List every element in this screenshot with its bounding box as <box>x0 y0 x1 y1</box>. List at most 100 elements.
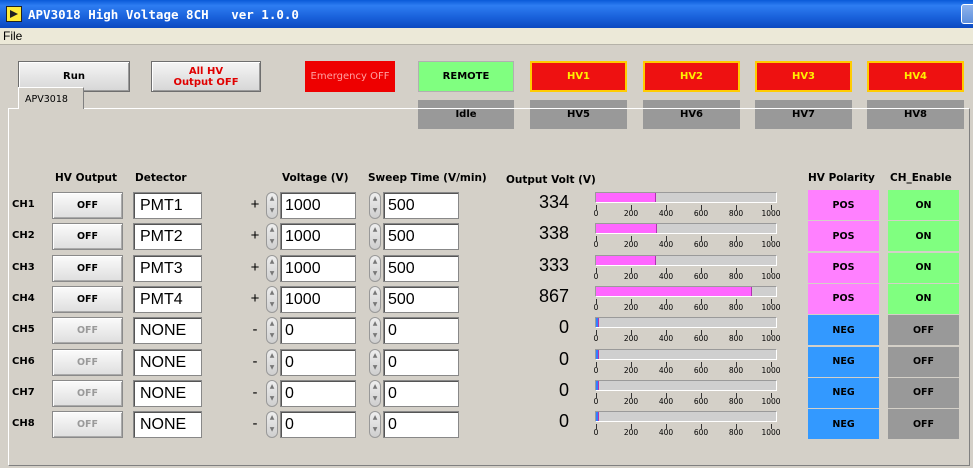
gauge-tick-label: 400 <box>658 302 674 312</box>
sweep-spinner-icon[interactable]: ▲ ▼ <box>369 411 381 439</box>
polarity-label: POS <box>832 293 855 305</box>
voltage-input[interactable]: 1000 <box>280 254 356 282</box>
menu-file[interactable]: File <box>3 29 22 43</box>
voltage-input[interactable]: 1000 <box>280 192 356 219</box>
channel-label: CH8 <box>12 418 35 430</box>
polarity-label: NEG <box>832 324 855 336</box>
hv-output-toggle[interactable]: OFF <box>52 317 123 345</box>
hv3-label: HV3 <box>791 71 816 82</box>
detector-field[interactable]: NONE <box>133 379 202 407</box>
gauge-tick-label: 200 <box>623 302 639 312</box>
gauge-fill <box>596 255 656 265</box>
ch-enable-label: OFF <box>912 418 935 430</box>
gauge-tick-label: 600 <box>693 302 709 312</box>
voltage-spinner-icon[interactable]: ▲ ▼ <box>266 317 278 345</box>
hv-output-label: OFF <box>76 356 99 368</box>
output-volt-gauge: 0 200 400 600 800 1000 <box>592 409 782 439</box>
channel-row: CH8 OFF NONE - ▲ ▼ 0 ▲ ▼ 0 0 0 200 400 600 800 1000 NEG OF… <box>0 409 973 440</box>
hv-output-label: OFF <box>76 387 99 399</box>
gauge-tick-label: 200 <box>623 396 639 406</box>
hv3-indicator: HV3 <box>755 61 852 92</box>
sweep-time-input[interactable]: 500 <box>383 285 459 313</box>
sweep-time-input[interactable]: 0 <box>383 411 459 439</box>
hv-output-label: OFF <box>76 293 99 305</box>
hv-output-toggle[interactable]: OFF <box>52 285 123 313</box>
hv-output-toggle[interactable]: OFF <box>52 192 123 219</box>
window-button-icon[interactable] <box>961 4 973 24</box>
voltage-input[interactable]: 1000 <box>280 223 356 251</box>
voltage-input[interactable]: 1000 <box>280 285 356 313</box>
hv-output-toggle[interactable]: OFF <box>52 379 123 407</box>
voltage-spinner-icon[interactable]: ▲ ▼ <box>266 411 278 439</box>
voltage-input[interactable]: 0 <box>280 411 356 439</box>
emergency-label: Emergency OFF <box>310 71 390 82</box>
hv-polarity-indicator: NEG <box>808 315 879 346</box>
gauge-tick-label: 1000 <box>761 271 781 281</box>
voltage-spinner-icon[interactable]: ▲ ▼ <box>266 285 278 313</box>
voltage-spinner-icon[interactable]: ▲ ▼ <box>266 254 278 282</box>
sweep-time-input[interactable]: 0 <box>383 379 459 407</box>
sweep-time-input[interactable]: 500 <box>383 223 459 251</box>
hv-polarity-indicator: NEG <box>808 409 879 440</box>
sweep-time-input[interactable]: 0 <box>383 348 459 376</box>
gauge-tick-label: 800 <box>728 240 744 250</box>
detector-field[interactable]: NONE <box>133 317 202 345</box>
voltage-spinner-icon[interactable]: ▲ ▼ <box>266 223 278 251</box>
voltage-spinner-icon[interactable]: ▲ ▼ <box>266 348 278 376</box>
detector-field[interactable]: NONE <box>133 348 202 376</box>
detector-field[interactable]: NONE <box>133 411 202 439</box>
sweep-spinner-icon[interactable]: ▲ ▼ <box>369 285 381 313</box>
channel-row: CH1 OFF PMT1 + ▲ ▼ 1000 ▲ ▼ 500 334 0 200 400 600 800 10… <box>0 190 973 220</box>
output-volt-gauge: 0 200 400 600 800 1000 <box>592 190 782 220</box>
gauge-track <box>595 348 777 360</box>
voltage-input[interactable]: 0 <box>280 317 356 345</box>
sweep-spinner-icon[interactable]: ▲ ▼ <box>369 379 381 407</box>
detector-field[interactable]: PMT4 <box>133 285 202 313</box>
output-volt-value: 333 <box>538 254 569 275</box>
hv-output-toggle[interactable]: OFF <box>52 348 123 376</box>
gauge-fill <box>596 318 599 328</box>
sweep-time-input[interactable]: 500 <box>383 254 459 282</box>
sweep-spinner-icon[interactable]: ▲ ▼ <box>369 348 381 376</box>
app-icon <box>6 6 22 22</box>
ch-enable-indicator: OFF <box>888 315 959 346</box>
sweep-spinner-icon[interactable]: ▲ ▼ <box>369 254 381 282</box>
polarity-label: POS <box>832 199 855 211</box>
hv-polarity-indicator: POS <box>808 190 879 220</box>
sweep-time-input[interactable]: 0 <box>383 317 459 345</box>
gauge-tick-label: 800 <box>728 396 744 406</box>
sweep-spinner-icon[interactable]: ▲ ▼ <box>369 192 381 219</box>
gauge-track <box>595 317 777 329</box>
hv-polarity-indicator: NEG <box>808 346 879 377</box>
sweep-spinner-icon[interactable]: ▲ ▼ <box>369 223 381 251</box>
detector-field[interactable]: PMT2 <box>133 223 202 251</box>
emergency-off-indicator: Emergency OFF <box>305 61 395 92</box>
gauge-tick-label: 800 <box>728 428 744 438</box>
tab-apv3018[interactable]: APV3018 <box>18 87 84 109</box>
hv-output-toggle[interactable]: OFF <box>52 411 123 439</box>
detector-field[interactable]: PMT3 <box>133 254 202 282</box>
header-hv-polarity: HV Polarity <box>808 172 875 184</box>
ch-enable-label: OFF <box>912 324 935 336</box>
all-hv-off-label: All HV Output OFF <box>173 66 238 88</box>
detector-field[interactable]: PMT1 <box>133 192 202 219</box>
gauge-tick-label: 800 <box>728 209 744 218</box>
voltage-input[interactable]: 0 <box>280 348 356 376</box>
hv-output-toggle[interactable]: OFF <box>52 223 123 251</box>
voltage-spinner-icon[interactable]: ▲ ▼ <box>266 192 278 219</box>
voltage-input[interactable]: 0 <box>280 379 356 407</box>
all-hv-output-off-button[interactable]: All HV Output OFF <box>151 61 261 92</box>
header-detector: Detector <box>135 172 187 184</box>
header-voltage: Voltage (V) <box>282 172 349 184</box>
sweep-time-input[interactable]: 500 <box>383 192 459 219</box>
voltage-spinner-icon[interactable]: ▲ ▼ <box>266 379 278 407</box>
gauge-tick-label: 200 <box>623 271 639 281</box>
sweep-spinner-icon[interactable]: ▲ ▼ <box>369 317 381 345</box>
run-button-label: Run <box>63 71 85 82</box>
gauge-tick-label: 0 <box>593 271 599 281</box>
channel-row: CH4 OFF PMT4 + ▲ ▼ 1000 ▲ ▼ 500 867 0 200 400 600 800 10… <box>0 283 973 314</box>
polarity-label: NEG <box>832 356 855 367</box>
gauge-tick-label: 400 <box>658 428 674 438</box>
hv-output-toggle[interactable]: OFF <box>52 254 123 282</box>
hv-output-label: OFF <box>76 419 99 431</box>
